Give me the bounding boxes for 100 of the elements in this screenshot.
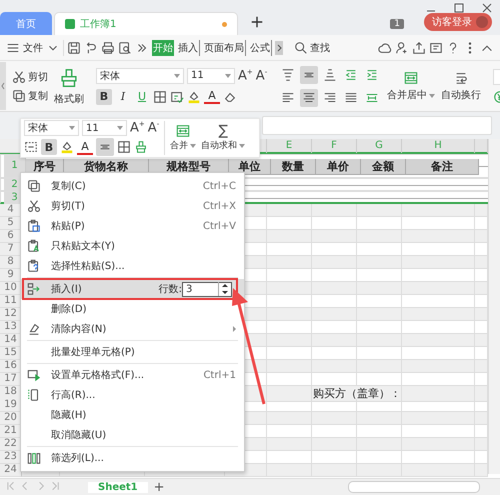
menu-item[interactable]: 删除(D) — [21, 299, 244, 319]
increase-font-button[interactable]: A$^{+}$ — [130, 120, 145, 136]
menu-item[interactable]: 筛选列(L)... — [21, 448, 244, 468]
menu-item[interactable]: 插入(I) 行数: 3 — [21, 279, 244, 299]
table-cell — [267, 308, 312, 321]
row-number[interactable]: 8 — [0, 256, 22, 269]
merge-button[interactable]: 合并 — [170, 124, 196, 152]
spinner-icon — [218, 282, 231, 296]
row-number[interactable]: 24 — [0, 464, 22, 477]
merge-center-button[interactable]: 合并居中 — [387, 70, 436, 102]
row-height-icon — [27, 388, 41, 402]
copy-button[interactable]: 复制 — [12, 88, 48, 102]
font-size-select[interactable]: 11 — [82, 120, 127, 136]
cell-text: 单位 — [238, 158, 260, 174]
file-menu[interactable]: 文件 — [23, 40, 43, 54]
ribbon-tab[interactable]: 公式 — [249, 40, 272, 56]
menu-item[interactable]: 清除内容(N) — [21, 319, 244, 339]
search-icon — [294, 40, 308, 54]
autosum-button[interactable]: ∑ 自动求和 — [201, 124, 246, 152]
font-size-select[interactable]: 11 — [187, 68, 235, 84]
row-number[interactable]: 17 — [0, 373, 22, 386]
bold-button[interactable]: B — [41, 139, 57, 155]
row-number[interactable]: 4 — [0, 204, 22, 217]
wrap-text-button[interactable]: 自动换行 — [441, 70, 482, 102]
row-number[interactable]: 19 — [0, 399, 22, 412]
table-cell — [312, 256, 357, 269]
menu-item[interactable]: 粘贴(P) Ctrl+V — [21, 216, 244, 236]
save-icon — [67, 40, 81, 54]
menu-item[interactable]: 批量处理单元格(P) — [21, 342, 244, 362]
row-number[interactable]: 9 — [0, 269, 22, 282]
vertical-scrollbar[interactable] — [488, 139, 500, 474]
indent-inc-icon — [365, 68, 380, 82]
increase-font-button[interactable]: A$^{+}$ — [238, 68, 253, 84]
font-name-select[interactable]: 宋体 — [96, 68, 184, 84]
scroll-right-button[interactable] — [275, 40, 283, 54]
table-cell — [312, 282, 357, 295]
close-icon[interactable] — [482, 3, 492, 13]
find-button[interactable]: 查找 — [294, 40, 330, 54]
font-color-button[interactable]: A — [204, 89, 220, 104]
undo-icon — [84, 40, 98, 54]
row-number[interactable]: 12 — [0, 308, 22, 321]
table-cell — [267, 230, 312, 243]
maximize-icon[interactable] — [454, 3, 464, 13]
table-cell — [267, 334, 312, 347]
table-cell — [357, 230, 402, 243]
menu-item[interactable]: 行高(R)... — [21, 385, 244, 405]
caret-icon — [190, 144, 196, 148]
row-number[interactable]: 14 — [0, 334, 22, 347]
paste-icon — [27, 219, 41, 233]
login-button[interactable]: 访客登录 — [424, 13, 492, 31]
window-count-badge[interactable]: 1 — [390, 19, 404, 29]
caret-icon — [225, 74, 231, 78]
row-number[interactable]: 16 — [0, 360, 22, 373]
text-style-button[interactable]: B — [96, 88, 112, 104]
menu-item[interactable]: 只粘贴文本(Y) — [21, 236, 244, 256]
row-number[interactable]: 5 — [0, 217, 22, 230]
alignment-button[interactable] — [96, 138, 114, 156]
print-icon — [101, 40, 115, 54]
horizontal-scrollbar[interactable] — [348, 481, 480, 493]
menu-item[interactable]: 取消隐藏(U) — [21, 425, 244, 445]
row-number[interactable]: 21 — [0, 425, 22, 438]
ribbon-tab[interactable]: 页面布局 — [203, 40, 246, 56]
row-number[interactable]: 11 — [0, 295, 22, 308]
new-tab-icon[interactable] — [250, 15, 264, 29]
table-cell — [267, 438, 312, 451]
menu-item[interactable]: 隐藏(H) — [21, 405, 244, 425]
table-cell — [312, 438, 357, 451]
merge-cells-icon — [176, 124, 190, 138]
row-number[interactable]: 20 — [0, 412, 22, 425]
alignment-button[interactable] — [300, 66, 318, 84]
menu-item[interactable]: 设置单元格格式(F)... Ctrl+1 — [21, 365, 244, 385]
menu-item[interactable]: 选择性粘贴(S)... — [21, 256, 244, 276]
filter-icon — [27, 451, 41, 465]
row-number[interactable]: 13 — [0, 321, 22, 334]
caret-icon — [117, 126, 123, 130]
row-number[interactable]: 7 — [0, 243, 22, 256]
cut-icon — [27, 199, 41, 213]
cut-button[interactable]: 剪切 — [12, 70, 48, 84]
table-cell — [475, 230, 488, 243]
row-number[interactable]: 23 — [0, 451, 22, 464]
add-sheet-button[interactable]: + — [154, 480, 165, 494]
fill-color-icon — [60, 140, 74, 154]
text-style-button[interactable]: I — [115, 88, 131, 104]
cell-text: 货物名称 — [84, 158, 128, 174]
table-cell — [475, 360, 488, 373]
row-number[interactable]: 15 — [0, 347, 22, 360]
decrease-font-button[interactable]: A$^{-}$ — [148, 120, 160, 136]
row-number[interactable]: 6 — [0, 230, 22, 243]
row-number[interactable]: 22 — [0, 438, 22, 451]
row-count-field[interactable]: 3 — [182, 282, 232, 296]
row-number[interactable]: 10 — [0, 282, 22, 295]
al-right-icon — [323, 90, 338, 104]
clear-icon — [27, 322, 41, 336]
ribbon-tab[interactable]: 插入 — [177, 40, 200, 56]
font-color-button[interactable]: A — [77, 140, 93, 154]
formula-input[interactable] — [262, 116, 492, 135]
alignment-button[interactable] — [300, 88, 318, 106]
decrease-font-button[interactable]: A$^{-}$ — [256, 68, 268, 84]
font-name-select[interactable]: 宋体 — [24, 120, 79, 136]
format-painter-button[interactable]: 格式刷 — [54, 66, 84, 106]
